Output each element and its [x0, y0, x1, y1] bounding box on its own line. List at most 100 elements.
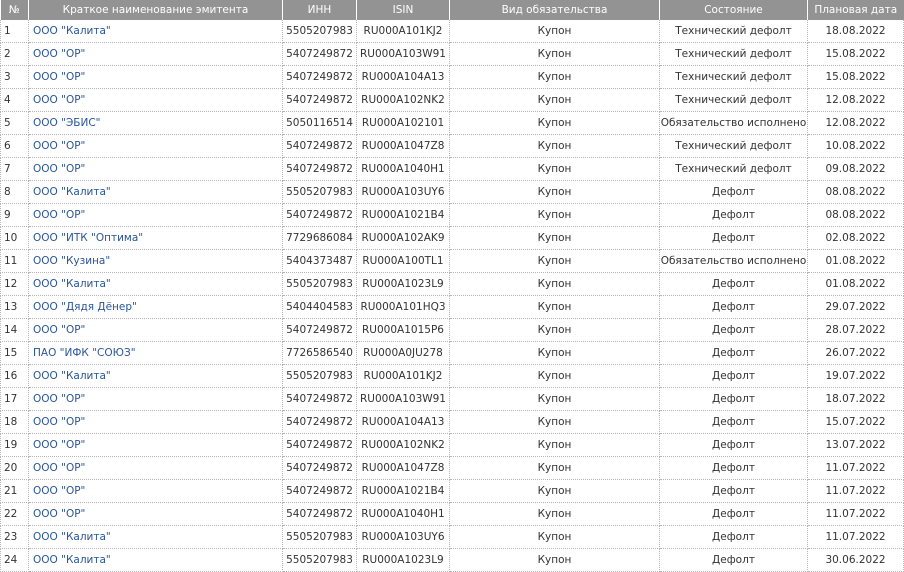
inn-cell: 5407249872: [282, 502, 357, 526]
obligation-type-cell: Купон: [449, 502, 660, 526]
obligation-type-cell: Купон: [449, 525, 660, 549]
isin-cell: RU000A102NK2: [356, 433, 450, 457]
table-row: 7 ООО "ОР" 5407249872 RU000A1040H1 Купон Техн…: [0, 157, 904, 181]
table-body: 1 ООО "Калита" 5505207983 RU000A101KJ2 Купон…: [0, 20, 904, 572]
col-header-isin[interactable]: ISIN: [356, 0, 450, 20]
issuer-name-cell: ООО "ОР": [28, 502, 283, 526]
col-header-status[interactable]: Состояние: [659, 0, 808, 20]
issuer-name-cell: ООО "ОР": [28, 157, 283, 181]
planned-date-cell: 11.07.2022: [807, 456, 904, 480]
issuer-name-cell: ООО "Кузина": [28, 249, 283, 273]
isin-cell: RU000A103UY6: [356, 180, 450, 204]
status-cell: Дефолт: [659, 525, 808, 549]
issuer-link[interactable]: ООО "ОР": [33, 209, 85, 221]
obligation-type-cell: Купон: [449, 410, 660, 434]
isin-cell: RU000A101HQ3: [356, 295, 450, 319]
planned-date-cell: 11.07.2022: [807, 502, 904, 526]
col-header-number[interactable]: №: [0, 0, 29, 20]
issuer-link[interactable]: ООО "ОР": [33, 416, 85, 428]
issuer-link[interactable]: ООО "ОР": [33, 439, 85, 451]
obligation-type-cell: Купон: [449, 318, 660, 342]
isin-cell: RU000A102NK2: [356, 88, 450, 112]
issuer-link[interactable]: ООО "Дядя Дёнер": [33, 301, 137, 313]
col-header-issuer-name[interactable]: Краткое наименование эмитента: [28, 0, 283, 20]
obligation-type-cell: Купон: [449, 226, 660, 250]
issuer-link[interactable]: ООО "ОР": [33, 508, 85, 520]
issuer-link[interactable]: ООО "ОР": [33, 48, 85, 60]
planned-date-cell: 01.08.2022: [807, 249, 904, 273]
inn-cell: 5407249872: [282, 387, 357, 411]
status-cell: Дефолт: [659, 226, 808, 250]
row-number-cell: 13: [0, 295, 29, 319]
planned-date-cell: 29.07.2022: [807, 295, 904, 319]
issuer-name-cell: ООО "ОР": [28, 203, 283, 227]
issuer-link[interactable]: ООО "Калита": [33, 370, 111, 382]
inn-cell: 7729686084: [282, 226, 357, 250]
col-header-planned-date[interactable]: Плановая дата: [807, 0, 904, 20]
issuer-name-cell: ООО "ОР": [28, 134, 283, 158]
isin-cell: RU000A0JU278: [356, 341, 450, 365]
status-cell: Технический дефолт: [659, 157, 808, 181]
status-cell: Дефолт: [659, 318, 808, 342]
inn-cell: 5505207983: [282, 548, 357, 572]
issuer-link[interactable]: ООО "ОР": [33, 462, 85, 474]
issuer-link[interactable]: ООО "Калита": [33, 186, 111, 198]
issuer-link[interactable]: ПАО "ИФК "СОЮЗ": [33, 347, 136, 359]
table-row: 14 ООО "ОР" 5407249872 RU000A1015P6 Купон Деф…: [0, 318, 904, 342]
row-number-cell: 1: [0, 20, 29, 43]
issuer-link[interactable]: ООО "Калита": [33, 554, 111, 566]
inn-cell: 5407249872: [282, 433, 357, 457]
issuer-link[interactable]: ООО "ОР": [33, 94, 85, 106]
issuer-link[interactable]: ООО "ОР": [33, 393, 85, 405]
planned-date-cell: 12.08.2022: [807, 111, 904, 135]
inn-cell: 5407249872: [282, 479, 357, 503]
row-number-cell: 12: [0, 272, 29, 296]
row-number-cell: 22: [0, 502, 29, 526]
issuer-link[interactable]: ООО "Калита": [33, 25, 111, 37]
table-row: 22 ООО "ОР" 5407249872 RU000A1040H1 Купон Деф…: [0, 502, 904, 526]
issuer-link[interactable]: ООО "ОР": [33, 140, 85, 152]
table-row: 9 ООО "ОР" 5407249872 RU000A1021B4 Купон Дефо…: [0, 203, 904, 227]
row-number-cell: 16: [0, 364, 29, 388]
table-row: 2 ООО "ОР" 5407249872 RU000A103W91 Купон Техн…: [0, 42, 904, 66]
table-row: 13 ООО "Дядя Дёнер" 5404404583 RU000A101HQ3…: [0, 295, 904, 319]
planned-date-cell: 09.08.2022: [807, 157, 904, 181]
issuer-link[interactable]: ООО "Кузина": [33, 255, 110, 267]
issuer-name-cell: ООО "Дядя Дёнер": [28, 295, 283, 319]
obligation-type-cell: Купон: [449, 479, 660, 503]
isin-cell: RU000A104A13: [356, 410, 450, 434]
status-cell: Дефолт: [659, 456, 808, 480]
isin-cell: RU000A1021B4: [356, 479, 450, 503]
planned-date-cell: 10.08.2022: [807, 134, 904, 158]
issuer-link[interactable]: ООО "Калита": [33, 278, 111, 290]
issuer-link[interactable]: ООО "ОР": [33, 71, 85, 83]
issuer-name-cell: ООО "Калита": [28, 272, 283, 296]
inn-cell: 5407249872: [282, 456, 357, 480]
isin-cell: RU000A103UY6: [356, 525, 450, 549]
issuer-link[interactable]: ООО "ОР": [33, 163, 85, 175]
table-row: 16 ООО "Калита" 5505207983 RU000A101KJ2 Купо…: [0, 364, 904, 388]
issuer-link[interactable]: ООО "ИТК "Оптима": [33, 232, 143, 244]
status-cell: Технический дефолт: [659, 65, 808, 89]
issuer-link[interactable]: ООО "ЭБИС": [33, 117, 101, 129]
col-header-inn[interactable]: ИНН: [282, 0, 357, 20]
issuer-link[interactable]: ООО "ОР": [33, 485, 85, 497]
isin-cell: RU000A103W91: [356, 387, 450, 411]
status-cell: Технический дефолт: [659, 88, 808, 112]
issuer-name-cell: ПАО "ИФК "СОЮЗ": [28, 341, 283, 365]
inn-cell: 5407249872: [282, 134, 357, 158]
isin-cell: RU000A102AK9: [356, 226, 450, 250]
inn-cell: 5505207983: [282, 20, 357, 43]
issuer-link[interactable]: ООО "Калита": [33, 531, 111, 543]
issuer-link[interactable]: ООО "ОР": [33, 324, 85, 336]
isin-cell: RU000A101KJ2: [356, 364, 450, 388]
isin-cell: RU000A1040H1: [356, 157, 450, 181]
row-number-cell: 11: [0, 249, 29, 273]
header-row: № Краткое наименование эмитента ИНН ISIN…: [0, 0, 904, 20]
status-cell: Дефолт: [659, 180, 808, 204]
status-cell: Дефолт: [659, 433, 808, 457]
isin-cell: RU000A101KJ2: [356, 20, 450, 43]
row-number-cell: 19: [0, 433, 29, 457]
status-cell: Дефолт: [659, 295, 808, 319]
col-header-obligation-type[interactable]: Вид обязательства: [449, 0, 660, 20]
